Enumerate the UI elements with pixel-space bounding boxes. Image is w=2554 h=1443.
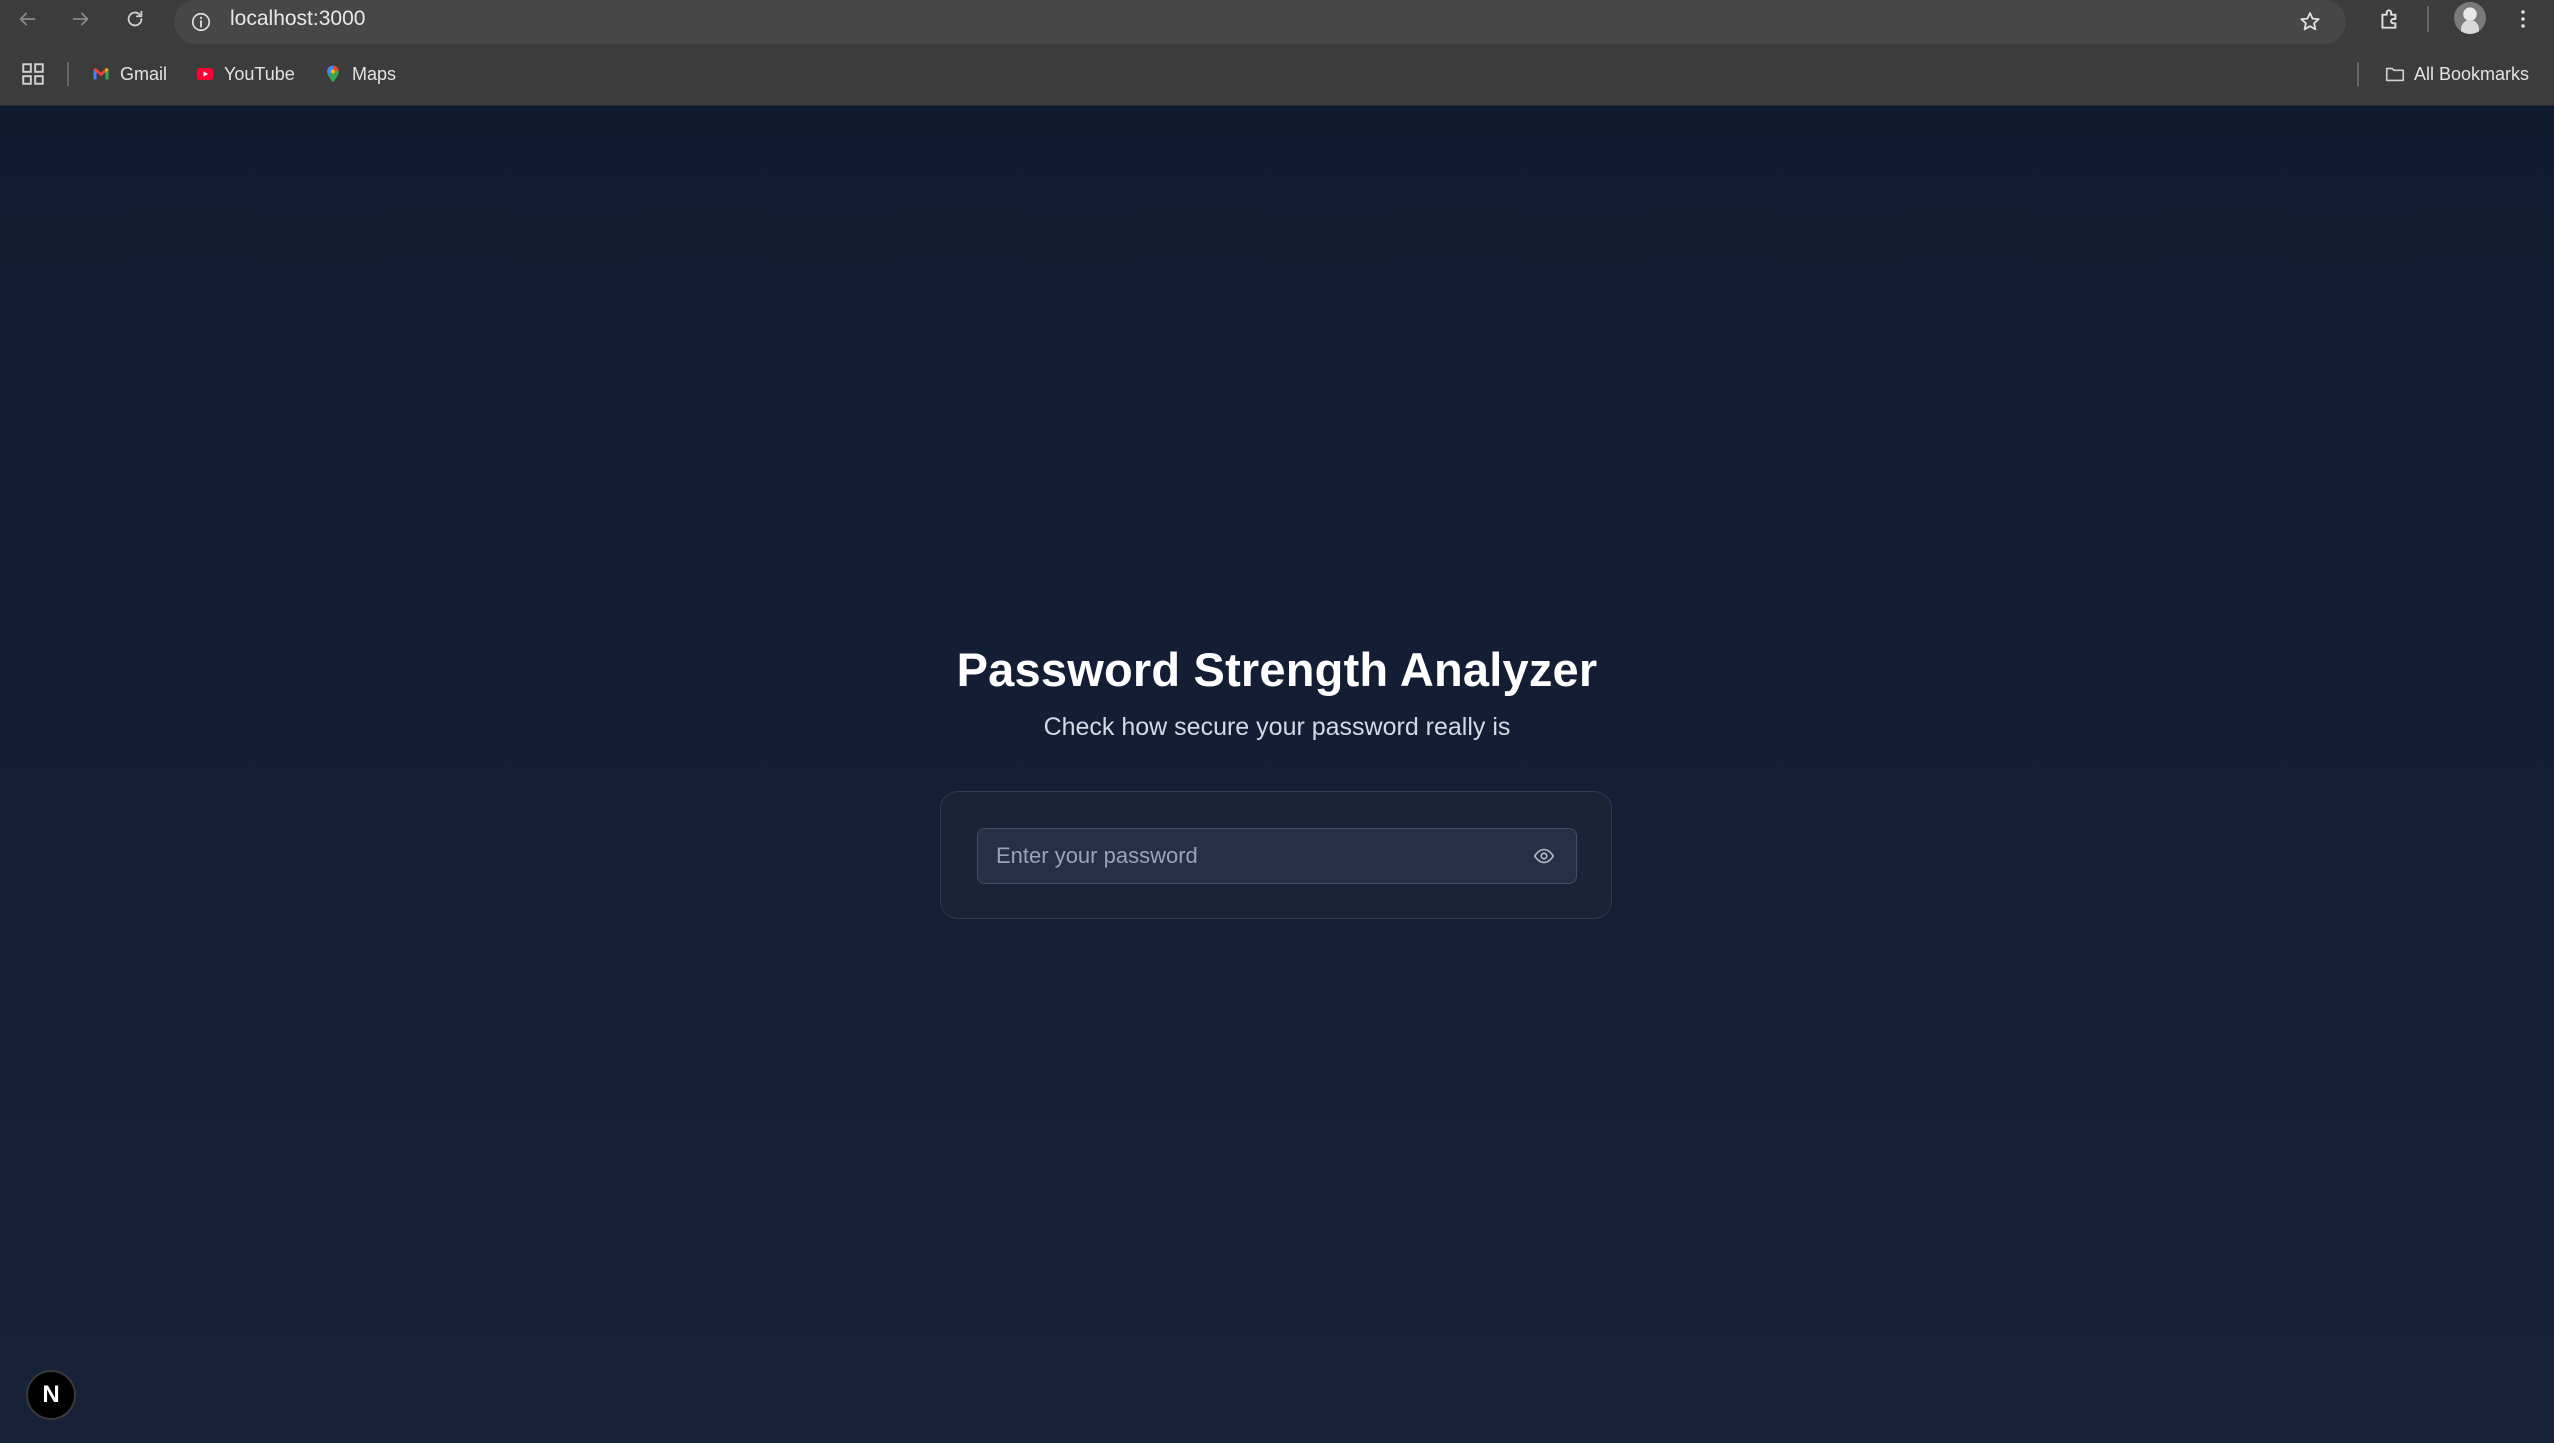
bookmark-label: YouTube — [224, 63, 295, 84]
bookmark-label: Gmail — [120, 63, 168, 84]
browser-chrome: localhost:3000 Gmail YouTube Maps All Bo… — [0, 0, 2554, 106]
reload-button[interactable] — [118, 2, 152, 36]
kebab-menu-icon[interactable] — [2507, 3, 2539, 35]
bookmark-youtube[interactable]: YouTube — [194, 60, 295, 88]
password-field[interactable] — [977, 828, 1577, 884]
bookmark-star-icon[interactable] — [2296, 8, 2324, 36]
toolbar-divider — [2427, 6, 2429, 32]
forward-button[interactable] — [64, 2, 98, 36]
page-background: Password Strength Analyzer Check how sec… — [0, 106, 2554, 1443]
gmail-icon — [90, 63, 112, 85]
bookmarks-divider — [67, 62, 69, 86]
maps-icon — [322, 63, 344, 85]
nextjs-dev-badge[interactable]: N — [26, 1370, 76, 1420]
address-bar[interactable]: localhost:3000 — [174, 0, 2346, 44]
folder-icon — [2384, 63, 2406, 85]
show-password-eye-icon[interactable] — [1532, 844, 1556, 868]
apps-grid-icon[interactable] — [20, 61, 46, 87]
password-input[interactable] — [978, 829, 1518, 882]
back-arrow-icon — [19, 12, 36, 26]
bookmarks-bar: Gmail YouTube Maps All Bookmarks — [0, 56, 2554, 92]
forward-arrow-icon — [72, 12, 89, 26]
reload-icon — [127, 10, 143, 27]
bookmark-label: Maps — [352, 63, 397, 84]
url-text[interactable]: localhost:3000 — [230, 7, 365, 31]
browser-toolbar: localhost:3000 — [0, 0, 2554, 44]
back-button[interactable] — [10, 2, 44, 36]
page-title: Password Strength Analyzer — [956, 643, 1598, 696]
bookmarks-divider-right — [2357, 62, 2359, 86]
all-bookmarks-button[interactable]: All Bookmarks — [2384, 60, 2529, 88]
page-subtitle: Check how secure your password really is — [1043, 713, 1511, 741]
youtube-icon — [194, 63, 216, 85]
password-card — [940, 791, 1612, 919]
profile-avatar[interactable] — [2454, 2, 2486, 34]
all-bookmarks-label: All Bookmarks — [2414, 63, 2530, 84]
site-info-icon[interactable] — [188, 9, 214, 35]
hero-section: Password Strength Analyzer Check how sec… — [0, 642, 2554, 742]
badge-letter: N — [42, 1381, 60, 1408]
extensions-puzzle-icon[interactable] — [2374, 3, 2406, 35]
bookmark-maps[interactable]: Maps — [322, 60, 396, 88]
bookmark-gmail[interactable]: Gmail — [90, 60, 167, 88]
